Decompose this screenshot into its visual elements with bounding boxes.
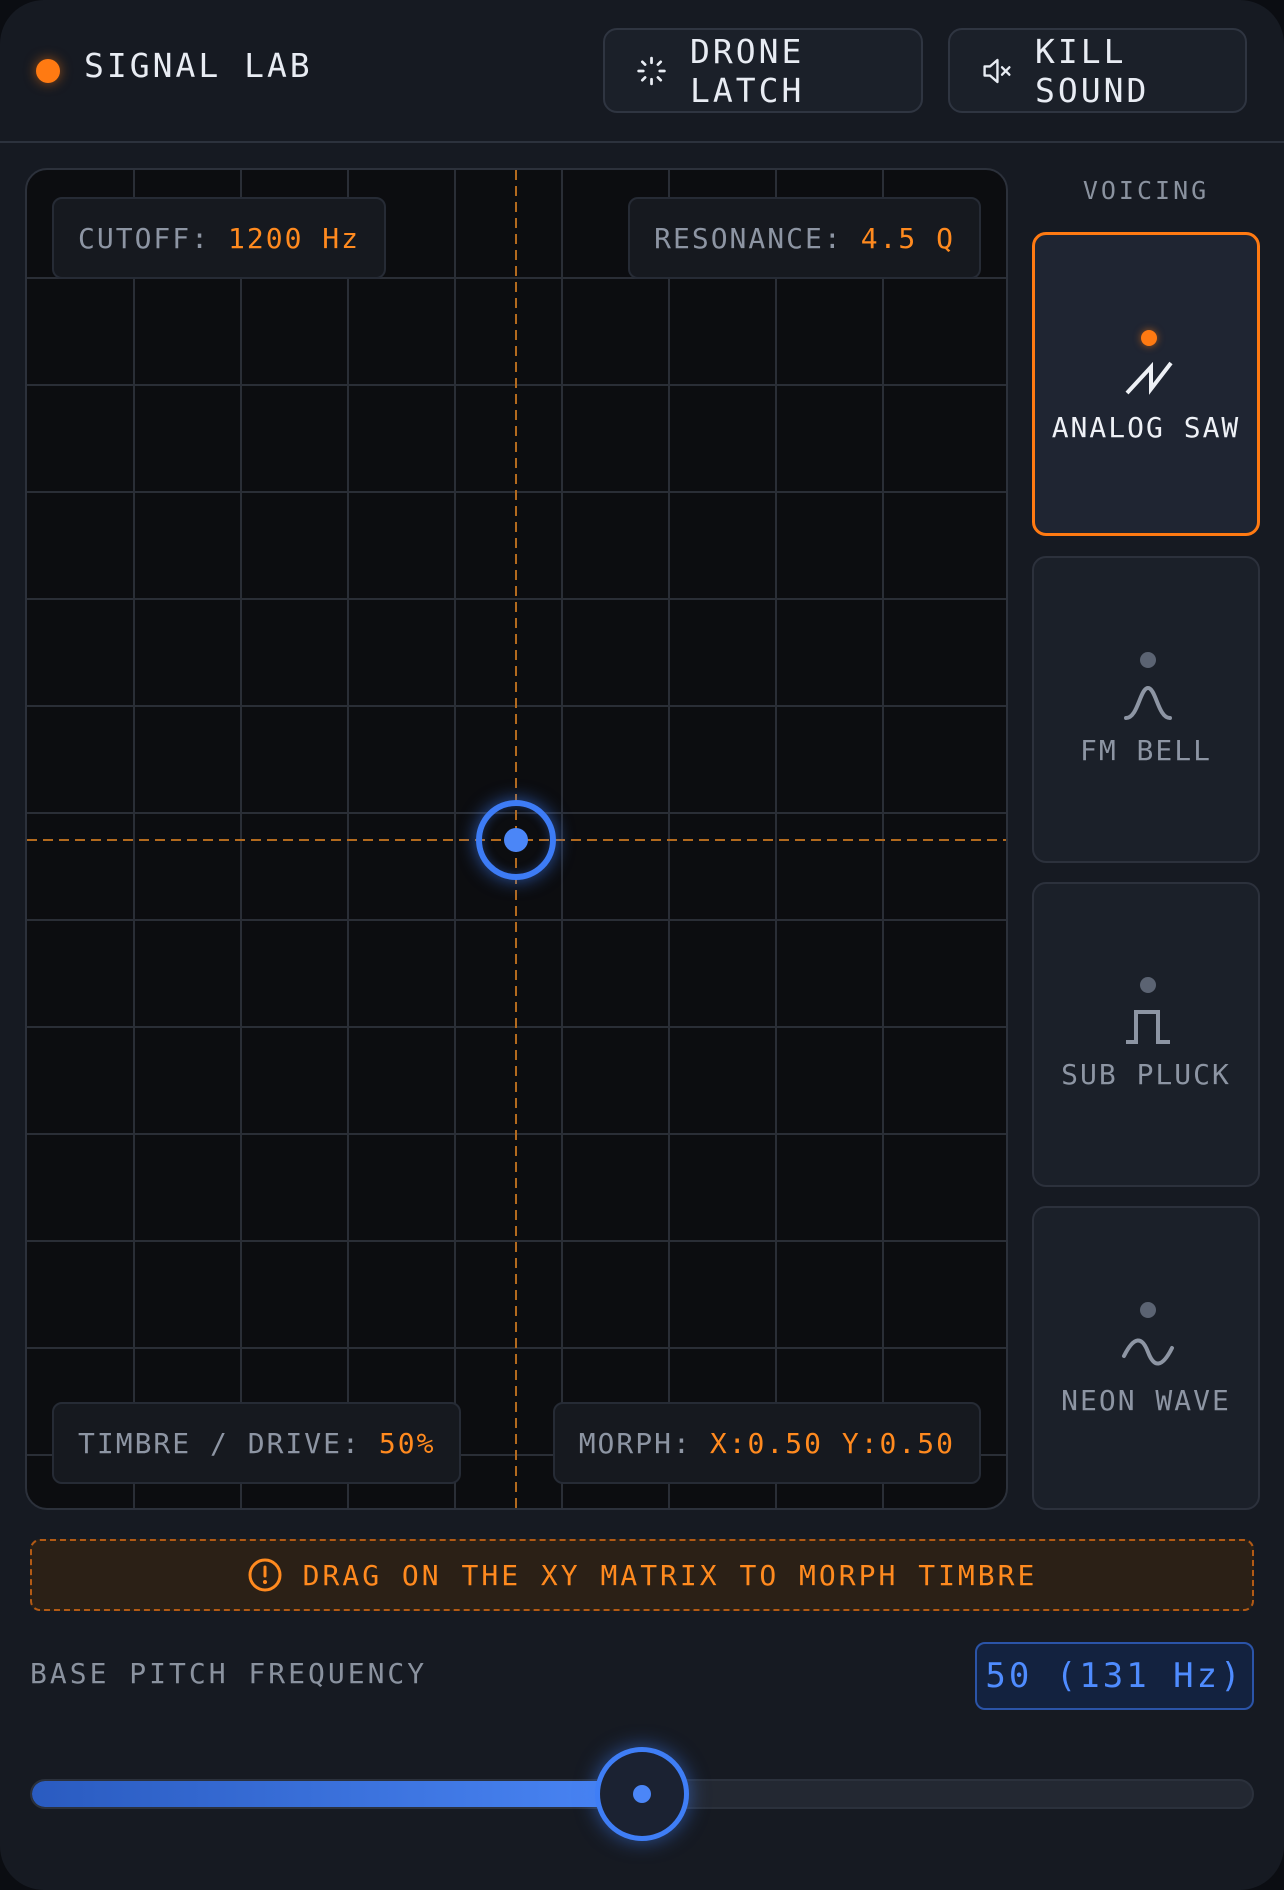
header: SIGNAL LAB DRONE LATCH KILL SOUND xyxy=(0,0,1284,143)
status-indicator xyxy=(36,59,60,83)
morph-readout: MORPH: X:0.50 Y:0.50 xyxy=(552,1402,981,1484)
voice-dot xyxy=(1140,652,1156,668)
pitch-slider-thumb[interactable] xyxy=(595,1747,689,1841)
mute-icon xyxy=(983,58,1011,83)
cutoff-value: 1200 Hz xyxy=(228,221,361,255)
saw-wave-icon xyxy=(1125,361,1173,395)
voice-name: NEON WAVE xyxy=(1061,1384,1231,1417)
active-dot xyxy=(1141,330,1157,346)
kill-sound-label: KILL SOUND xyxy=(1035,31,1150,110)
timbre-label: TIMBRE / DRIVE: xyxy=(78,1426,361,1460)
xy-puck[interactable] xyxy=(476,800,556,880)
info-circle-icon xyxy=(248,1558,282,1592)
spinner-icon xyxy=(637,56,666,85)
morph-label: MORPH: xyxy=(578,1426,692,1460)
kill-sound-button[interactable]: KILL SOUND xyxy=(948,28,1247,113)
hint-text: DRAG ON THE XY MATRIX TO MORPH TIMBRE xyxy=(302,1558,1038,1592)
square-pulse-icon xyxy=(1126,1010,1170,1044)
voice-analog-saw[interactable]: ANALOG SAW xyxy=(1032,232,1260,536)
drag-hint-banner: DRAG ON THE XY MATRIX TO MORPH TIMBRE xyxy=(30,1539,1254,1611)
pitch-label: BASE PITCH FREQUENCY xyxy=(30,1657,428,1690)
resonance-label: RESONANCE: xyxy=(654,221,843,255)
timbre-readout: TIMBRE / DRIVE: 50% xyxy=(52,1402,462,1484)
voice-name: ANALOG SAW xyxy=(1051,411,1241,444)
cutoff-label: CUTOFF: xyxy=(78,221,211,255)
app-title: SIGNAL LAB xyxy=(84,46,313,85)
pitch-slider-fill xyxy=(32,1781,644,1807)
drone-latch-label: DRONE LATCH xyxy=(690,31,805,110)
voice-name: FM BELL xyxy=(1079,734,1212,767)
synth-app: SIGNAL LAB DRONE LATCH KILL SOUND CUTOFF… xyxy=(0,0,1284,1890)
voice-dot xyxy=(1140,977,1156,993)
voice-dot xyxy=(1140,1302,1156,1318)
bell-curve-icon xyxy=(1124,685,1172,720)
drone-latch-button[interactable]: DRONE LATCH xyxy=(603,28,923,113)
sine-wave-icon xyxy=(1122,1338,1174,1366)
timbre-value: 50% xyxy=(378,1426,436,1460)
voicing-label: VOICING xyxy=(1082,176,1210,205)
pitch-value-display: 50 (131 Hz) xyxy=(975,1642,1254,1710)
xy-matrix[interactable]: CUTOFF: 1200 Hz RESONANCE: 4.5 Q TIMBRE … xyxy=(25,168,1008,1510)
voice-sub-pluck[interactable]: SUB PLUCK xyxy=(1032,882,1260,1187)
voice-neon-wave[interactable]: NEON WAVE xyxy=(1032,1206,1260,1510)
resonance-readout: RESONANCE: 4.5 Q xyxy=(628,197,981,279)
morph-value: X:0.50 Y:0.50 xyxy=(709,1426,955,1460)
voice-fm-bell[interactable]: FM BELL xyxy=(1032,556,1260,863)
resonance-value: 4.5 Q xyxy=(860,221,955,255)
cutoff-readout: CUTOFF: 1200 Hz xyxy=(52,197,387,279)
voice-name: SUB PLUCK xyxy=(1061,1058,1231,1091)
